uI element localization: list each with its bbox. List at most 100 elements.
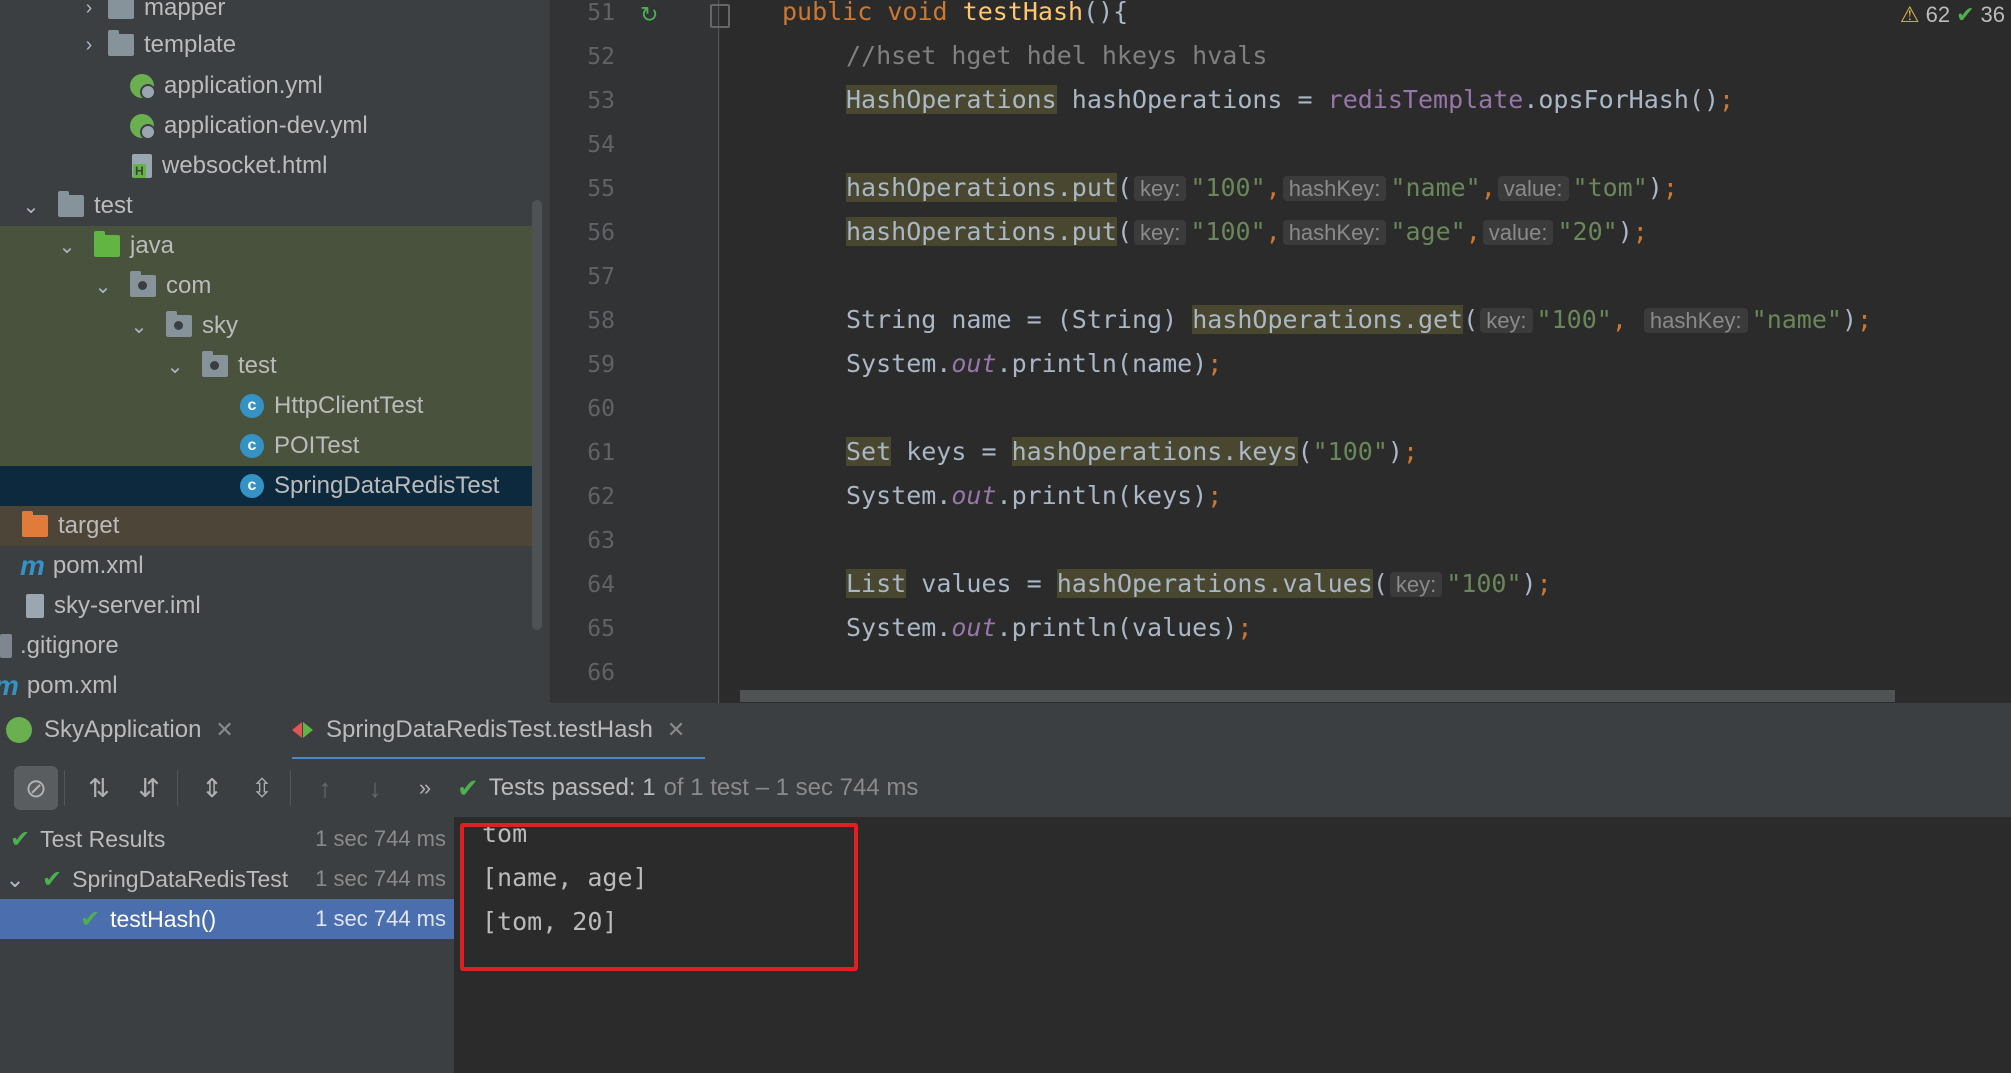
- tree-item-label: websocket.html: [162, 152, 328, 179]
- code-text: ): [1387, 437, 1403, 466]
- sort-by-duration-icon[interactable]: ⇵: [127, 766, 171, 810]
- tree-item-springdataredistest[interactable]: c SpringDataRedisTest: [0, 466, 535, 506]
- more-actions-icon[interactable]: »: [403, 766, 447, 810]
- chevron-down-icon[interactable]: ⌄: [94, 266, 112, 306]
- param-hint: hashKey:: [1643, 308, 1748, 333]
- chevron-down-icon[interactable]: ⌄: [130, 306, 148, 346]
- module-file-icon: [26, 594, 44, 618]
- tree-item-mapper[interactable]: › mapper: [0, 0, 535, 28]
- chevron-right-icon[interactable]: ›: [80, 0, 98, 28]
- method-call: hashOperations.get: [1192, 305, 1464, 334]
- code-semicolon: ;: [1719, 85, 1735, 114]
- bookmark-icon[interactable]: [710, 4, 730, 28]
- string-literal: "tom": [1572, 173, 1648, 202]
- static-field: out: [951, 349, 997, 378]
- tab-label: SpringDataRedisTest.testHash: [326, 716, 653, 743]
- code-text: String name = (String): [846, 305, 1193, 334]
- code-comment: //hset hget hdel hkeys hvals: [846, 41, 1268, 70]
- string-literal: "100": [1312, 437, 1388, 466]
- tree-item-label: HttpClientTest: [274, 392, 424, 419]
- code-text: System.: [846, 349, 952, 378]
- line-number: 64: [587, 572, 615, 598]
- check-icon: ✔: [457, 772, 479, 803]
- tree-item-pom-xml[interactable]: m pom.xml: [0, 546, 535, 586]
- tree-item-application-dev-yml[interactable]: application-dev.yml: [0, 106, 535, 146]
- tree-item-sky-server-iml[interactable]: sky-server.iml: [0, 586, 535, 626]
- test-results-root[interactable]: ✔ Test Results 1 sec 744 ms: [0, 819, 454, 859]
- test-results-method[interactable]: ✔ testHash() 1 sec 744 ms: [0, 899, 454, 939]
- method-call: hashOperations.keys: [1011, 437, 1298, 466]
- tree-item-test-package[interactable]: ⌄ test: [0, 346, 535, 386]
- status-main: Tests passed: 1: [488, 774, 656, 801]
- code-text: keys =: [891, 437, 1012, 466]
- code-semicolon: ;: [1207, 481, 1223, 510]
- tree-item-test-root[interactable]: ⌄ test: [0, 186, 535, 226]
- code-line-58: String name = (String) hashOperations.ge…: [846, 302, 1872, 338]
- code-comma: ,: [1480, 173, 1496, 202]
- java-class-icon: c: [240, 394, 264, 418]
- inspection-widget[interactable]: ⚠ 62 ✔ 36: [1899, 0, 2011, 30]
- tree-item-websocket-html[interactable]: websocket.html: [0, 146, 535, 186]
- tree-item-label: POITest: [274, 432, 360, 459]
- run-test-icon[interactable]: ↻: [640, 2, 666, 28]
- tree-item-com[interactable]: ⌄ com: [0, 266, 535, 306]
- package-icon: [166, 311, 192, 337]
- chevron-down-icon[interactable]: ⌄: [22, 186, 40, 226]
- result-label: testHash(): [110, 905, 217, 932]
- expand-all-icon[interactable]: ⇕: [190, 766, 234, 810]
- string-literal: "100": [1446, 569, 1522, 598]
- toolbar-separator: [177, 770, 178, 806]
- collapse-all-icon[interactable]: ⇳: [240, 766, 284, 810]
- code-semicolon: ;: [1632, 217, 1648, 246]
- static-field: out: [951, 481, 997, 510]
- tree-item-label: pom.xml: [52, 552, 144, 579]
- arrow-up-icon[interactable]: ↑: [303, 766, 347, 810]
- param-hint: value:: [1482, 220, 1554, 245]
- tree-item-application-yml[interactable]: application.yml: [0, 66, 535, 106]
- tree-item-label: application.yml: [164, 72, 323, 99]
- chevron-right-icon[interactable]: ›: [80, 25, 98, 65]
- code-text: .println(values): [996, 613, 1238, 642]
- tree-item-target[interactable]: target: [0, 506, 535, 546]
- tree-item-httpclienttest[interactable]: c HttpClientTest: [0, 386, 535, 426]
- stop-icon[interactable]: ⊘: [14, 766, 58, 810]
- tree-item-template[interactable]: › template: [0, 25, 535, 65]
- code-text: ): [1647, 173, 1663, 202]
- tree-item-poitest[interactable]: c POITest: [0, 426, 535, 466]
- tree-item-sky[interactable]: ⌄ sky: [0, 306, 535, 346]
- arrow-down-icon[interactable]: ↓: [353, 766, 397, 810]
- static-field: out: [951, 613, 997, 642]
- result-label: SpringDataRedisTest: [72, 865, 289, 892]
- close-icon[interactable]: ✕: [667, 717, 685, 743]
- chevron-down-icon[interactable]: ⌄: [0, 866, 30, 893]
- sort-alphabetically-icon[interactable]: ⇅: [77, 766, 121, 810]
- tree-item-gitignore[interactable]: .gitignore: [0, 626, 535, 666]
- result-label: Test Results: [40, 825, 166, 852]
- project-tree-panel: › mapper › template application.yml appl…: [0, 0, 550, 703]
- maven-icon: m: [0, 670, 19, 702]
- keyword: void: [887, 0, 948, 26]
- code-text: .println(keys): [996, 481, 1208, 510]
- tree-item-label: pom.xml: [26, 672, 118, 699]
- tab-springdataredistest-testhash[interactable]: SpringDataRedisTest.testHash ✕: [292, 703, 706, 761]
- code-text: System.: [846, 613, 952, 642]
- code-semicolon: ;: [1402, 437, 1419, 466]
- test-results-class[interactable]: ⌄ ✔ SpringDataRedisTest 1 sec 744 ms: [0, 859, 454, 899]
- param-hint: key:: [1480, 308, 1533, 333]
- tree-item-label: java: [130, 232, 175, 259]
- line-number: 59: [587, 352, 615, 378]
- chevron-down-icon[interactable]: ⌄: [58, 226, 76, 266]
- test-status: ✔ Tests passed: 1 of 1 test – 1 sec 744 …: [457, 773, 918, 804]
- close-icon[interactable]: ✕: [215, 717, 233, 743]
- code-text: ): [1841, 305, 1858, 334]
- tree-item-label: target: [58, 512, 120, 539]
- chevron-down-icon[interactable]: ⌄: [166, 346, 184, 386]
- tree-item-java[interactable]: ⌄ java: [0, 226, 535, 266]
- tree-item-root-pom-xml[interactable]: m pom.xml: [0, 666, 535, 703]
- editor-horizontal-scrollbar[interactable]: [740, 690, 1895, 702]
- tree-scrollbar[interactable]: [532, 200, 542, 630]
- html-file-icon: [132, 154, 152, 178]
- code-editor[interactable]: ↻ 51 52 53 54 55 56 57 58 59 60 61 62 63…: [550, 0, 2011, 703]
- tab-skyapplication[interactable]: SkyApplication ✕: [6, 703, 234, 757]
- type-name: HashOperations: [846, 85, 1057, 114]
